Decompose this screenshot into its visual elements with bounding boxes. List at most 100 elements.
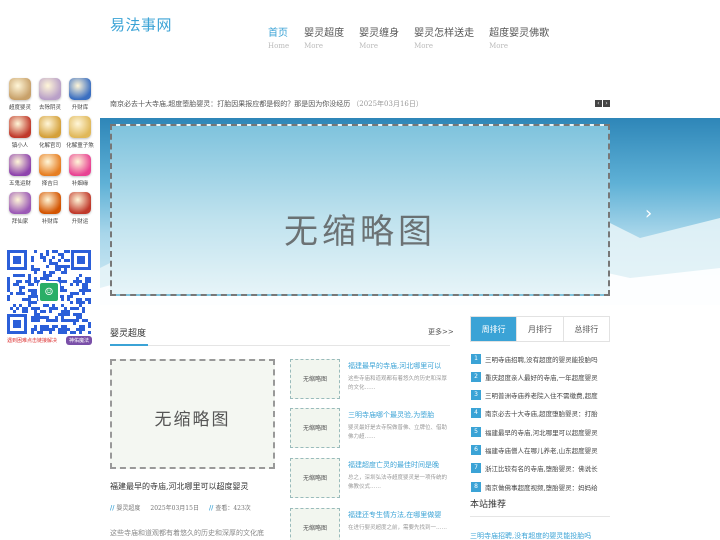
nav-item-title: 婴灵缠身 — [359, 28, 400, 39]
qr-caption[interactable]: 遇到困难点击链接解决 — [7, 337, 57, 344]
ranking-number: 4 — [471, 408, 481, 419]
ranking-item[interactable]: 4 南京必去十大寺庙,超度堕胎婴灵：打胎 — [471, 406, 611, 421]
app-label: 化解童子煞 — [66, 142, 94, 149]
app-icon — [39, 192, 61, 214]
ranking-text: 南京必去十大寺庙,超度堕胎婴灵：打胎 — [485, 410, 598, 419]
ranking-item[interactable]: 1 三明寺庙招聘,没有超度的婴灵能投胎吗 — [471, 351, 611, 366]
app-icon — [69, 154, 91, 176]
wechat-qr-code[interactable]: ☺ — [7, 250, 91, 334]
nav-item-sub: More — [489, 42, 508, 50]
article-thumb-text: 无缩略图 — [302, 425, 327, 432]
ranking-number: 6 — [471, 445, 481, 455]
app-shortcut[interactable]: 镇小人 — [5, 116, 35, 149]
article-item[interactable]: 无缩略图 三明寺庙哪个最灵验,为堕胎 婴灵最好是去寺院做普佛、立牌位、借助佛力超… — [290, 408, 455, 452]
nav-item-songzou[interactable]: 婴灵怎样送走 More — [414, 24, 474, 50]
article-item[interactable]: 无缩略图 福建超度亡灵的最佳时间是晚 总之，深圳弘法寺超度婴灵是一项传统的佛教仪… — [290, 458, 455, 502]
banner-next-arrow[interactable]: › — [645, 203, 652, 224]
article-description: 这些寺庙和道观都有着悠久的历史和深厚的文化…… — [348, 376, 448, 391]
article-thumbnail[interactable]: 无缩略图 — [290, 359, 340, 399]
site-logo[interactable]: 易法事网 — [110, 14, 172, 35]
ranking-number: 2 — [471, 371, 481, 382]
nav-item-fouge[interactable]: 超度婴灵佛歌 More — [489, 24, 549, 50]
ranking-item[interactable]: 3 三明普洲寺庙养老院入住不需缴费,超度 — [471, 388, 611, 403]
ticker-controls: ‹ › — [595, 100, 610, 107]
ranking-text: 福建寺庙僧人在哪儿养老,山东超度婴灵 — [485, 447, 598, 455]
app-icon — [9, 116, 31, 138]
article-title[interactable]: 福建还专生情方法,在哪里做婴 — [348, 510, 450, 520]
nav-item-title: 首页 — [268, 28, 288, 39]
app-icon — [39, 116, 61, 138]
nav-item-sub: More — [304, 42, 323, 50]
ranking-item[interactable]: 5 福建最早的寺庙,河北哪里可以超度婴灵 — [471, 424, 611, 439]
app-icon — [9, 192, 31, 214]
app-shortcut[interactable]: 去除阴灵 — [35, 78, 65, 111]
ranking-item[interactable]: 8 南京做佛事超度视频,堕胎婴灵：妈妈给 — [471, 479, 611, 494]
app-shortcut[interactable]: 补姻缘 — [65, 154, 95, 187]
article-title[interactable]: 福建超度亡灵的最佳时间是晚 — [348, 460, 450, 470]
main-nav: 首页 Home 婴灵超度 More 婴灵缠身 More 婴灵怎样送走 More … — [268, 24, 564, 50]
app-shortcut[interactable]: 升财运 — [65, 192, 95, 225]
nav-item-chanshen[interactable]: 婴灵缠身 More — [359, 24, 399, 50]
ranking-number: 3 — [471, 390, 481, 401]
app-icon — [39, 154, 61, 176]
hero-banner[interactable]: 无缩略图 — [100, 118, 720, 305]
app-shortcut[interactable]: 升财库 — [65, 78, 95, 111]
app-shortcut[interactable]: 超度婴灵 — [5, 78, 35, 111]
app-shortcut[interactable]: 择吉日 — [35, 154, 65, 187]
app-label: 去除阴灵 — [38, 104, 62, 111]
ranking-item[interactable]: 6 福建寺庙僧人在哪儿养老,山东超度婴灵 — [471, 443, 611, 458]
ranking-item[interactable]: 2 重庆超度亲人最好的寺庙,一年超度婴灵 — [471, 369, 611, 384]
article-thumbnail[interactable]: 无缩略图 — [290, 408, 340, 448]
nav-item-title: 婴灵超度 — [304, 28, 345, 39]
article-thumbnail[interactable]: 无缩略图 — [290, 458, 340, 498]
featured-thumbnail[interactable]: 无缩略图 — [110, 359, 275, 469]
app-shortcut[interactable]: 补财库 — [35, 192, 65, 225]
app-label: 镇小人 — [11, 142, 29, 149]
category-text: 婴灵超度 — [116, 505, 141, 512]
ticker-date: （2025年03月16日） — [352, 100, 423, 108]
article-item[interactable]: 无缩略图 福建最早的寺庙,河北哪里可以 这些寺庙和道观都有着悠久的历史和深厚的文… — [290, 359, 455, 403]
tab-all-time[interactable]: 总排行 — [564, 317, 609, 341]
recommend-item[interactable]: 三明寺庙招聘,没有超度的婴灵能投胎吗 — [470, 531, 610, 540]
article-thumb-text: 无缩略图 — [302, 525, 327, 532]
article-thumbnail[interactable]: 无缩略图 — [290, 508, 340, 540]
article-thumb-text: 无缩略图 — [302, 475, 327, 482]
banner-thumbnail: 无缩略图 — [110, 124, 610, 296]
article-description: 总之，深圳弘法寺超度婴灵是一项传统的佛教仪式…… — [348, 475, 448, 490]
ranking-text: 浙江比较有名的寺庙,堕胎婴灵：佛说长 — [485, 465, 598, 474]
nav-item-sub: More — [414, 42, 433, 50]
app-icon — [9, 78, 31, 100]
tab-monthly[interactable]: 月排行 — [517, 317, 564, 341]
views-icon: // — [208, 505, 214, 512]
app-label: 升财运 — [71, 218, 89, 225]
featured-meta: //婴灵超度 2025年03月15日 //查看：423次 — [110, 503, 251, 512]
article-item[interactable]: 无缩略图 福建还专生情方法,在哪里做婴 在进行婴灵超度之前，需要先找到一…… — [290, 508, 455, 540]
news-ticker[interactable]: 南京必去十大寺庙,超度堕胎婴灵：打胎因果报应都是假的？那是因为你没经历 （2025… — [110, 99, 423, 109]
ranking-item[interactable]: 7 浙江比较有名的寺庙,堕胎婴灵：佛说长 — [471, 461, 611, 476]
app-shortcut[interactable]: 五鬼运财 — [5, 154, 35, 187]
featured-title[interactable]: 福建最早的寺庙,河北哪里可以超度婴灵 — [110, 481, 249, 492]
app-shortcut[interactable]: 拜仙家 — [5, 192, 35, 225]
nav-item-title: 婴灵怎样送走 — [414, 28, 475, 39]
tab-weekly[interactable]: 周排行 — [471, 317, 518, 341]
section-more-link[interactable]: 更多>> — [428, 327, 454, 337]
nav-item-chaodu[interactable]: 婴灵超度 More — [304, 24, 344, 50]
nav-item-home[interactable]: 首页 Home — [268, 24, 289, 50]
banner-thumb-text: 无缩略图 — [284, 212, 436, 252]
article-title[interactable]: 三明寺庙哪个最灵验,为堕胎 — [348, 410, 450, 420]
ticker-prev-button[interactable]: ‹ — [595, 100, 602, 107]
section-title: 婴灵超度 — [110, 329, 147, 339]
article-title[interactable]: 福建最早的寺庙,河北哪里可以 — [348, 361, 450, 371]
qr-badge[interactable]: 神佑魔法 — [66, 336, 93, 345]
app-shortcut[interactable]: 化解童子煞 — [65, 116, 95, 149]
ranking-number: 5 — [471, 426, 481, 437]
app-icon — [69, 116, 91, 138]
featured-category[interactable]: //婴灵超度 — [110, 503, 140, 512]
app-label: 补姻缘 — [71, 180, 89, 187]
app-label: 五鬼运财 — [8, 180, 32, 187]
ticker-next-button[interactable]: › — [603, 100, 610, 107]
app-shortcut[interactable]: 化解官司 — [35, 116, 65, 149]
ranking-text: 重庆超度亲人最好的寺庙,一年超度婴灵 — [485, 373, 598, 382]
category-icon: // — [110, 505, 115, 512]
nav-item-sub: More — [359, 42, 378, 50]
